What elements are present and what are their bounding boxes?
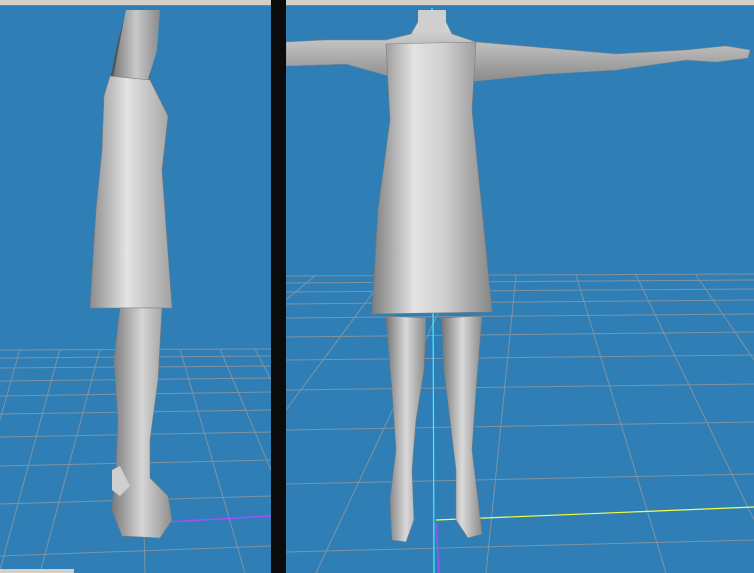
viewport-front-toolbar-strip [286, 0, 754, 6]
modeling-app-window [0, 0, 754, 573]
viewport-side-toolbar-strip [0, 0, 271, 6]
viewport-front[interactable] [286, 0, 754, 573]
viewport-splitter[interactable] [271, 0, 286, 573]
viewport-side-canvas[interactable] [0, 0, 271, 573]
viewport-side-status-chip [0, 569, 74, 573]
viewport-front-canvas[interactable] [286, 0, 754, 573]
model-neck-front [418, 10, 446, 30]
viewport-side[interactable] [0, 0, 271, 573]
